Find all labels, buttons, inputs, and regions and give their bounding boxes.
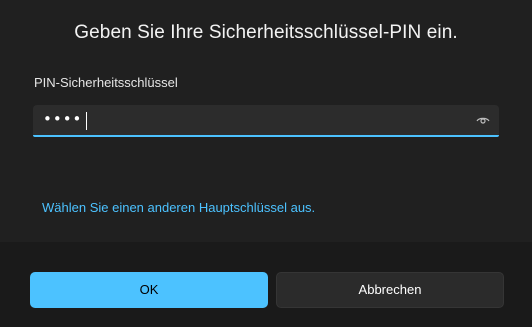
security-key-pin-dialog: Geben Sie Ihre Sicherheitsschlüssel-PIN … (0, 0, 532, 327)
ok-button[interactable]: OK (30, 272, 268, 308)
pin-field-label: PIN-Sicherheitsschlüssel (34, 75, 178, 90)
cancel-button[interactable]: Abbrechen (276, 272, 504, 308)
pin-input[interactable]: •••• (33, 105, 499, 137)
dialog-footer: OK Abbrechen (0, 242, 532, 327)
pin-masked-value: •••• (43, 110, 83, 128)
dialog-title: Geben Sie Ihre Sicherheitsschlüssel-PIN … (74, 22, 458, 43)
eye-icon[interactable] (475, 112, 491, 128)
choose-other-passkey-link[interactable]: Wählen Sie einen anderen Hauptschlüssel … (42, 200, 315, 215)
text-caret (86, 112, 87, 130)
